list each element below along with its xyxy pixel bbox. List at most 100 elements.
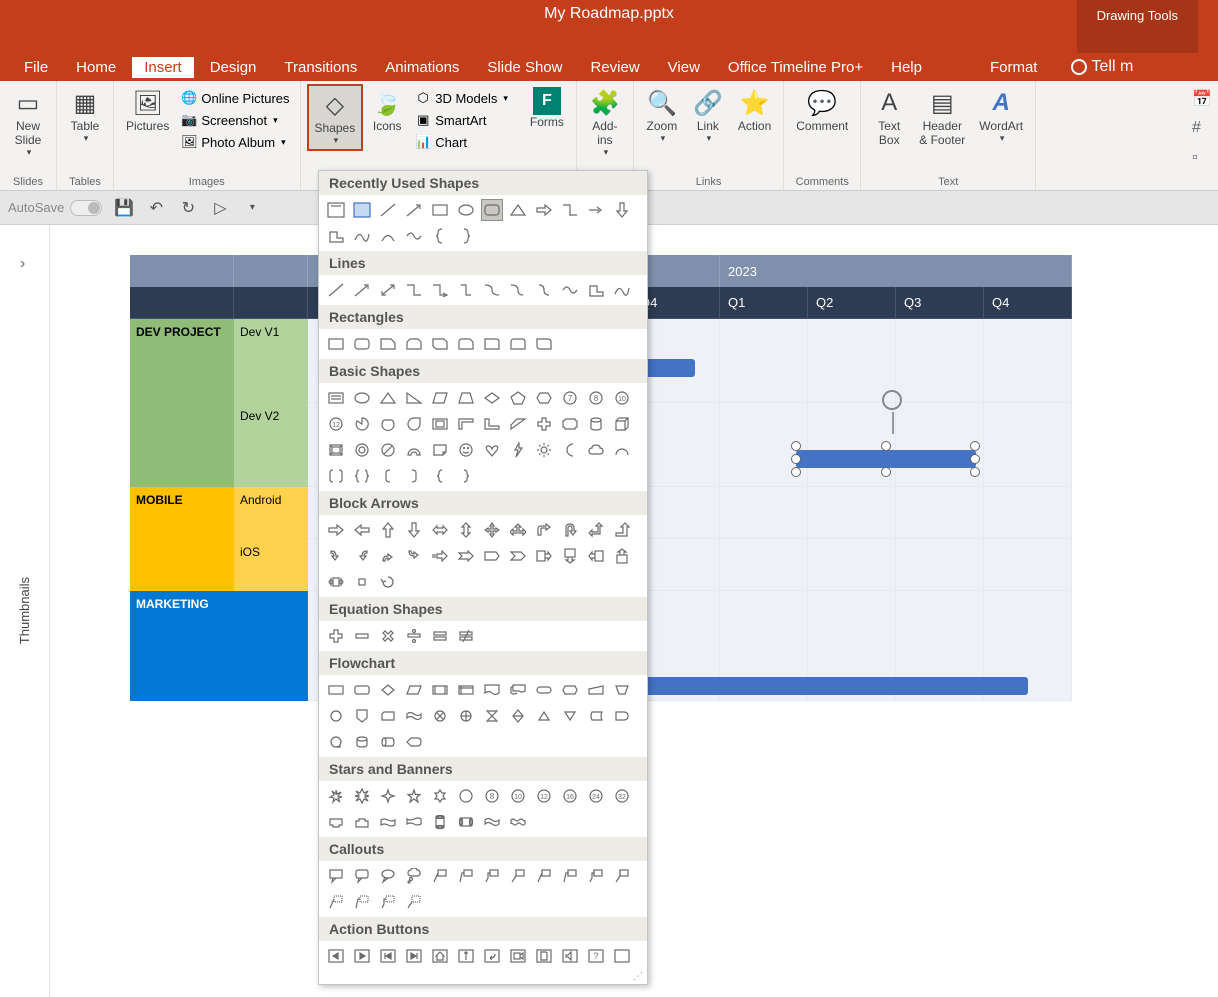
shape-fc-collate[interactable] (481, 705, 503, 727)
slide-number-icon[interactable]: # (1192, 119, 1214, 141)
shape-fc-extract[interactable] (533, 705, 555, 727)
selection-handle[interactable] (881, 441, 891, 451)
shape-up-arrow[interactable] (377, 519, 399, 541)
shape-line[interactable] (325, 279, 347, 301)
zoom-button[interactable]: 🔍Zoom▾ (640, 84, 684, 147)
shape-textbox-vertical[interactable] (351, 199, 373, 221)
shape-minus[interactable] (351, 625, 373, 647)
comment-button[interactable]: 💬Comment (790, 84, 854, 136)
shape-block-arc[interactable] (403, 439, 425, 461)
shape-fc-internal[interactable] (455, 679, 477, 701)
selection-handle[interactable] (791, 441, 801, 451)
shape-action-beginning[interactable] (377, 945, 399, 967)
shape-round-single[interactable] (481, 333, 503, 355)
shape-donut[interactable] (351, 439, 373, 461)
shape-chord[interactable] (377, 413, 399, 435)
shape-up-callout[interactable] (611, 545, 633, 567)
shape-callout-rect[interactable] (325, 865, 347, 887)
shape-curved-down[interactable] (403, 545, 425, 567)
shape-bent-arrow[interactable] (533, 519, 555, 541)
shape-heart[interactable] (481, 439, 503, 461)
thumbnail-panel[interactable]: › Thumbnails (0, 225, 50, 997)
smartart-button[interactable]: ▣SmartArt (411, 110, 512, 130)
shape-divide[interactable] (403, 625, 425, 647)
link-button[interactable]: 🔗Link▾ (686, 84, 730, 147)
shape-fc-junction[interactable] (429, 705, 451, 727)
shape-fc-delay[interactable] (611, 705, 633, 727)
shape-not-equal[interactable] (455, 625, 477, 647)
save-icon[interactable]: 💾 (114, 198, 134, 218)
pictures-button[interactable]: 🖼 Pictures (120, 84, 175, 136)
shape-explosion-1[interactable] (325, 785, 347, 807)
shape-callout-cloud[interactable] (403, 865, 425, 887)
shape-arc[interactable] (377, 225, 399, 247)
shape-pentagon-arrow[interactable] (481, 545, 503, 567)
shape-left-brace[interactable] (429, 465, 451, 487)
shape-striped-right[interactable] (429, 545, 451, 567)
shape-elbow-arrow[interactable] (429, 279, 451, 301)
tab-home[interactable]: Home (62, 55, 130, 80)
header-footer-button[interactable]: ▤Header & Footer (913, 84, 971, 150)
online-pictures-button[interactable]: 🌐Online Pictures (177, 88, 293, 108)
shape-callout-accent-4[interactable] (611, 865, 633, 887)
shape-down-arrow[interactable] (403, 519, 425, 541)
shape-quad-arrow[interactable] (481, 519, 503, 541)
shape-star-12[interactable]: 12 (533, 785, 555, 807)
shape-curved-right[interactable] (325, 545, 347, 567)
rotate-handle-icon[interactable] (882, 390, 902, 410)
customize-qat-icon[interactable]: ▾ (242, 198, 262, 218)
shape-cross[interactable] (533, 413, 555, 435)
shape-elbow-double[interactable] (455, 279, 477, 301)
shape-action-return[interactable] (481, 945, 503, 967)
shape-elbow[interactable] (403, 279, 425, 301)
action-button[interactable]: ⭐Action (732, 84, 777, 136)
shape-right-arrow[interactable] (533, 199, 555, 221)
table-button[interactable]: ▦ Table ▾ (63, 84, 107, 147)
shape-fc-manual-op[interactable] (611, 679, 633, 701)
shape-hexagon[interactable] (533, 387, 555, 409)
shape-diamond[interactable] (481, 387, 503, 409)
shape-fc-connector[interactable] (325, 705, 347, 727)
shape-right-bracket[interactable] (403, 465, 425, 487)
shape-right-triangle[interactable] (403, 387, 425, 409)
shape-triangle[interactable] (507, 199, 529, 221)
shape-fc-manual-input[interactable] (585, 679, 607, 701)
shape-fc-data[interactable] (403, 679, 425, 701)
selection-handle[interactable] (791, 467, 801, 477)
shape-scribble[interactable] (351, 225, 373, 247)
shape-action-end[interactable] (403, 945, 425, 967)
shape-right-arrow-2[interactable] (585, 199, 607, 221)
shape-callout-accent-1[interactable] (533, 865, 555, 887)
shape-callout-line-3[interactable] (481, 865, 503, 887)
shape-round-diag[interactable] (533, 333, 555, 355)
shape-fc-alt-process[interactable] (351, 679, 373, 701)
shape-left-brace[interactable] (429, 225, 451, 247)
shape-action-back[interactable] (325, 945, 347, 967)
shape-callout-accent-2[interactable] (559, 865, 581, 887)
shape-star-8[interactable]: 8 (481, 785, 503, 807)
shape-fc-preparation[interactable] (559, 679, 581, 701)
shape-lightning[interactable] (507, 439, 529, 461)
shape-horizontal-scroll[interactable] (455, 811, 477, 833)
shape-left-bracket[interactable] (377, 465, 399, 487)
shape-oval[interactable] (455, 199, 477, 221)
toggle-switch[interactable] (70, 200, 102, 216)
shape-callout-border-1[interactable] (325, 891, 347, 913)
shape-curved-double[interactable] (533, 279, 555, 301)
shape-callout-line-2[interactable] (455, 865, 477, 887)
shape-ribbon-up[interactable] (325, 811, 347, 833)
shape-left-up-arrow[interactable] (585, 519, 607, 541)
shape-snip-diag[interactable] (429, 333, 451, 355)
tab-transitions[interactable]: Transitions (270, 55, 371, 80)
shape-rounded-rectangle[interactable] (481, 199, 503, 221)
shape-up-down-arrow[interactable] (455, 519, 477, 541)
shape-fc-process[interactable] (325, 679, 347, 701)
shape-freeform[interactable] (325, 225, 347, 247)
shape-curved-ribbon-up[interactable] (377, 811, 399, 833)
3d-models-button[interactable]: ⬡3D Models ▾ (411, 88, 512, 108)
shape-arrow-line[interactable] (403, 199, 425, 221)
wordart-button[interactable]: AWordArt▾ (973, 84, 1029, 147)
shape-round-same[interactable] (507, 333, 529, 355)
screenshot-button[interactable]: 📷Screenshot▾ (177, 110, 293, 130)
shape-star-16[interactable]: 16 (559, 785, 581, 807)
